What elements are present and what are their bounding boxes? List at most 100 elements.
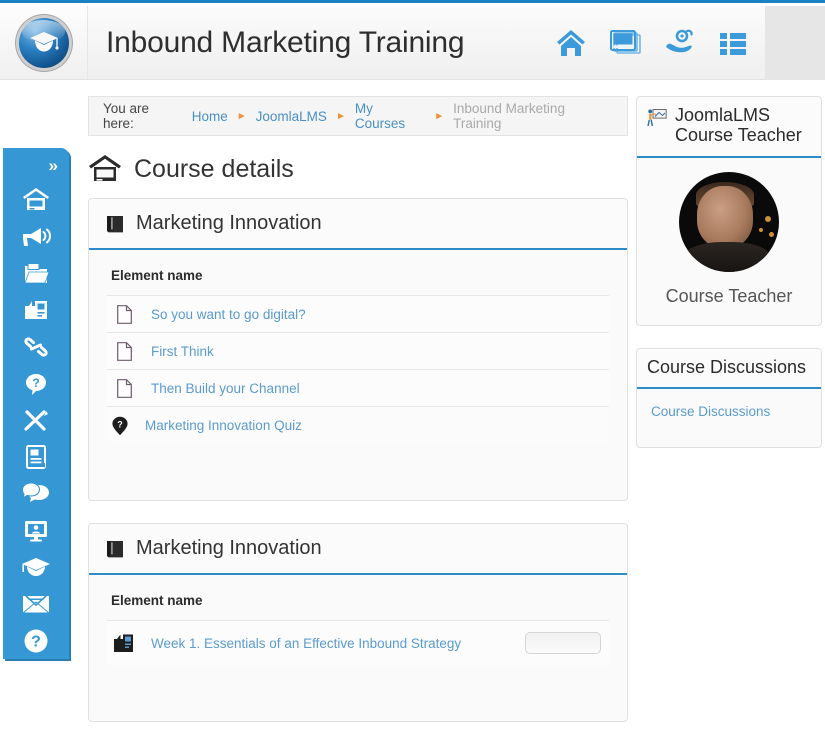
left-sidebar: » (3, 148, 69, 659)
avatar-light (765, 216, 771, 222)
course-discussions-link[interactable]: Course Discussions (651, 404, 770, 419)
svg-text:?: ? (117, 419, 123, 429)
question-circle-icon: ? (23, 628, 49, 654)
book-icon (105, 539, 125, 559)
top-header-bar: Inbound Marketing Training (0, 0, 825, 80)
question-bubble-icon: ? (24, 372, 48, 396)
discussions-module-header: Course Discussions (637, 349, 821, 390)
discussions-module-body: Course Discussions (637, 389, 821, 447)
svg-text:?: ? (31, 633, 41, 650)
presentation-screen-icon[interactable] (609, 27, 641, 59)
sidebar-item-announcements[interactable] (3, 219, 69, 256)
teacher-module-header: JoomlaLMSCourse Teacher (637, 97, 821, 158)
sidebar-item-forum[interactable] (3, 476, 69, 513)
breadcrumb-separator-icon: ► (237, 111, 247, 122)
course-section-panel: Marketing Innovation Element name (88, 523, 628, 722)
section-body: Element name So you want to go digital? (89, 250, 627, 500)
sidebar-item-messages[interactable] (3, 586, 69, 623)
breadcrumb: You are here: Home ► JoomlaLMS ► My Cour… (88, 96, 628, 136)
section-title: Marketing Innovation (136, 212, 322, 235)
column-header-element-name: Element name (107, 266, 609, 295)
pen-ruler-icon (22, 407, 50, 433)
element-row[interactable]: Week 1. Essentials of an Effective Inbou… (107, 621, 609, 665)
section-header: Marketing Innovation (89, 524, 627, 575)
discussions-module-title: Course Discussions (647, 358, 806, 378)
sidebar-item-home[interactable] (3, 182, 69, 219)
site-logo[interactable] (0, 6, 88, 79)
blackboard-icon (88, 154, 122, 184)
element-input-field[interactable] (525, 632, 601, 654)
avatar-body (683, 242, 771, 272)
element-rows: So you want to go digital? First Think (107, 295, 609, 444)
svg-text:?: ? (32, 376, 39, 390)
sidebar-item-webinars[interactable] (3, 512, 69, 549)
folder-icon (23, 262, 49, 286)
page-title: Inbound Marketing Training (106, 26, 464, 60)
graduation-cap-logo-icon (19, 18, 69, 68)
hand-offer-icon[interactable] (663, 27, 695, 59)
main-content: You are here: Home ► JoomlaLMS ► My Cour… (88, 96, 628, 744)
element-row[interactable]: Then Build your Channel (107, 370, 609, 407)
avatar-light (769, 232, 774, 237)
sidebar-item-links[interactable] (3, 329, 69, 366)
course-details-title: Course details (134, 155, 294, 184)
element-link[interactable]: So you want to go digital? (151, 307, 306, 322)
chat-bubbles-icon (22, 482, 50, 506)
avatar-light (759, 228, 763, 232)
course-section-panel: Marketing Innovation Element name So you… (88, 198, 628, 501)
breadcrumb-separator-icon: ► (336, 111, 346, 122)
teacher-module: JoomlaLMSCourse Teacher Course Teacher (636, 96, 822, 326)
breadcrumb-link-home[interactable]: Home (192, 109, 228, 124)
element-row[interactable]: First Think (107, 333, 609, 370)
presentation-board-icon (113, 633, 135, 654)
link-icon (22, 336, 50, 358)
envelope-icon (22, 593, 50, 615)
section-spacer (107, 444, 609, 478)
element-link[interactable]: First Think (151, 344, 214, 359)
list-grid-icon[interactable] (717, 27, 749, 59)
sidebar-item-faq[interactable]: ? (3, 365, 69, 402)
avatar (679, 172, 779, 272)
sidebar-item-assignments[interactable] (3, 439, 69, 476)
header-right-block (765, 6, 825, 80)
element-row[interactable]: So you want to go digital? (107, 296, 609, 333)
header-inner: Inbound Marketing Training (0, 6, 825, 80)
document-icon (113, 305, 135, 324)
discussions-module: Course Discussions Course Discussions (636, 348, 822, 449)
section-header: Marketing Innovation (89, 199, 627, 250)
teacher-name: Course Teacher (649, 286, 809, 307)
sidebar-item-tools[interactable] (3, 402, 69, 439)
teacher-module-title: JoomlaLMSCourse Teacher (675, 106, 802, 146)
element-link[interactable]: Then Build your Channel (151, 381, 300, 396)
header-icon-bar (555, 27, 765, 59)
sidebar-item-help[interactable]: ? (3, 622, 69, 659)
section-title: Marketing Innovation (136, 537, 322, 560)
cap-glyph (29, 29, 59, 57)
breadcrumb-link-my-courses[interactable]: My Courses (355, 101, 425, 131)
blackboard-home-icon (22, 187, 50, 213)
quiz-pin-icon: ? (107, 416, 133, 436)
teacher-board-icon (647, 108, 667, 128)
document-icon (113, 342, 135, 361)
element-link[interactable]: Marketing Innovation Quiz (145, 418, 302, 433)
breadcrumb-current: Inbound Marketing Training (453, 101, 613, 131)
sidebar-expand-button[interactable]: » (3, 156, 69, 176)
sidebar-item-certificates[interactable] (3, 549, 69, 586)
sidebar-item-presentations[interactable] (3, 292, 69, 329)
presentation-icon (23, 298, 49, 322)
breadcrumb-link-joomlalms[interactable]: JoomlaLMS (256, 109, 327, 124)
home-icon[interactable] (555, 27, 587, 59)
clipboard-icon (25, 444, 47, 470)
megaphone-icon (21, 225, 51, 249)
teacher-module-body: Course Teacher (637, 158, 821, 325)
column-header-element-name: Element name (107, 591, 609, 620)
monitor-person-icon (23, 519, 49, 543)
element-link[interactable]: Week 1. Essentials of an Effective Inbou… (151, 636, 461, 651)
sidebar-item-documents[interactable] (3, 255, 69, 292)
graduation-cap-icon (21, 555, 51, 579)
element-rows: Week 1. Essentials of an Effective Inbou… (107, 620, 609, 665)
element-row[interactable]: ? Marketing Innovation Quiz (107, 407, 609, 444)
document-icon (113, 379, 135, 398)
section-spacer (107, 665, 609, 699)
course-details-heading: Course details (88, 154, 628, 184)
